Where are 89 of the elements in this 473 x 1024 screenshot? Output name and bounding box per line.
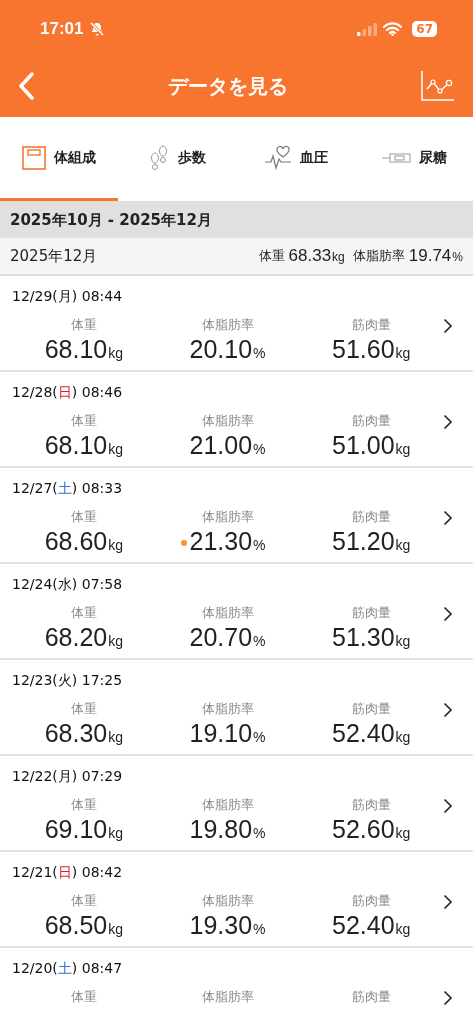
record-date: 12/29(月) 08:44 [12, 288, 123, 304]
category-tab[interactable]: 歩数 [118, 117, 237, 201]
summary-value: 68.33kg [288, 246, 345, 266]
battery-indicator: 67 [412, 21, 437, 37]
metric-value: 19.10% [189, 718, 266, 748]
metric-value: 52.40kg [332, 718, 411, 748]
record-date: 12/24(水) 07:58 [12, 576, 123, 592]
metric-value: 51.20kg [332, 526, 411, 556]
metric-label: 体重 [70, 316, 97, 334]
chevron-right-icon [443, 606, 453, 622]
metric-label: 体重 [70, 508, 97, 526]
record-date: 12/22(月) 07:29 [12, 768, 123, 784]
record-row[interactable]: 12/20(土) 08:47 体重 体脂肪率 筋肉量 [0, 948, 473, 1024]
screen-title: データを見る [166, 72, 289, 100]
metric-label: 体重 [70, 988, 97, 1006]
record-date: 12/27(土) 08:33 [12, 480, 123, 496]
test-strip-icon [380, 152, 411, 163]
chevron-right-icon [443, 318, 453, 334]
metric-value: 52.40kg [332, 910, 411, 940]
metric-label: 筋肉量 [351, 892, 391, 910]
metric-label: 体重 [70, 796, 97, 814]
metric-label: 体脂肪率 [201, 700, 254, 718]
metric-value: 20.10% [189, 334, 266, 364]
status-time: 17:01 [40, 19, 84, 39]
record-row[interactable]: 12/21(日) 08:42 体重 68.50 kg 体脂肪率 19.30% 筋肉量 52.40kg [0, 852, 473, 948]
metric-value: 52.60kg [332, 814, 411, 844]
record-date: 12/28(日) 08:46 [12, 384, 123, 400]
metric-label: 筋肉量 [351, 508, 391, 526]
summary-label: 体脂肪率 [352, 247, 405, 265]
date-range-header: 2025年10月 - 2025年12月 [0, 202, 473, 238]
metric-label: 体重 [70, 412, 97, 430]
metric-label: 体重 [70, 892, 97, 910]
metric-value: 51.30kg [332, 622, 411, 652]
wifi-icon [383, 22, 403, 36]
record-row[interactable]: 12/29(月) 08:44 体重 68.10 kg 体脂肪率 20.10% 筋肉量 51.60kg [0, 276, 473, 372]
metric-label: 体重 [70, 604, 97, 622]
metric-value: 68.20 kg [44, 622, 123, 652]
metric-value: 51.00kg [332, 430, 411, 460]
back-icon[interactable] [18, 72, 34, 100]
bell-muted-icon [89, 21, 106, 37]
record-row[interactable]: 12/27(土) 08:33 体重 68.60 kg 体脂肪率 21.30% 筋肉量 51.20kg [0, 468, 473, 564]
metric-label: 体脂肪率 [201, 604, 254, 622]
metric-label: 体脂肪率 [201, 316, 254, 334]
metric-label: 筋肉量 [351, 796, 391, 814]
metric-value: 21.00% [189, 430, 266, 460]
metric-label: 体重 [70, 700, 97, 718]
chevron-right-icon [443, 990, 453, 1006]
metric-value: 19.80% [189, 814, 266, 844]
metric-value: 21.30% [189, 526, 266, 556]
metric-label: 筋肉量 [351, 412, 391, 430]
metric-label: 体脂肪率 [201, 892, 254, 910]
metric-label: 体脂肪率 [201, 508, 254, 526]
metric-label: 体脂肪率 [201, 796, 254, 814]
metric-value: 68.60 kg [44, 526, 123, 556]
chevron-right-icon [443, 414, 453, 430]
signal-icon [357, 22, 378, 36]
metric-label: 筋肉量 [351, 700, 391, 718]
metric-value: 68.10 kg [44, 334, 123, 364]
metric-value: 68.30 kg [44, 718, 123, 748]
metric-value: 20.70% [189, 622, 266, 652]
record-date: 12/20(土) 08:47 [12, 960, 123, 976]
summary-value: 19.74% [408, 246, 463, 266]
metric-value: 51.60kg [332, 334, 411, 364]
metric-value: 69.10 kg [44, 814, 123, 844]
category-tab[interactable]: 尿糖 [354, 117, 473, 201]
metric-label: 筋肉量 [351, 988, 391, 1006]
record-row[interactable]: 12/22(月) 07:29 体重 69.10 kg 体脂肪率 19.80% 筋肉量 52.60kg [0, 756, 473, 852]
metric-label: 筋肉量 [351, 604, 391, 622]
chevron-right-icon [443, 894, 453, 910]
metric-label: 筋肉量 [351, 316, 391, 334]
metric-value: 19.30% [189, 910, 266, 940]
category-tab[interactable]: 血圧 [236, 117, 355, 201]
month-label: 2025年12月 [10, 246, 98, 266]
record-row[interactable]: 12/23(火) 17:25 体重 68.30 kg 体脂肪率 19.10% 筋肉量 52.40kg [0, 660, 473, 756]
record-date: 12/23(火) 17:25 [12, 672, 123, 688]
metric-label: 体脂肪率 [201, 412, 254, 430]
line-chart-icon[interactable] [421, 71, 455, 101]
record-date: 12/21(日) 08:42 [12, 864, 123, 880]
chevron-right-icon [443, 702, 453, 718]
scale-icon [22, 145, 47, 170]
metric-value: 68.10 kg [44, 430, 123, 460]
chevron-right-icon [443, 798, 453, 814]
record-row[interactable]: 12/24(水) 07:58 体重 68.20 kg 体脂肪率 20.70% 筋肉量 51.30kg [0, 564, 473, 660]
record-row[interactable]: 12/28(日) 08:46 体重 68.10 kg 体脂肪率 21.00% 筋肉量 51.00kg [0, 372, 473, 468]
heartbeat-icon [263, 144, 292, 171]
summary-label: 体重 [258, 247, 285, 265]
chevron-right-icon [443, 510, 453, 526]
metric-label: 体脂肪率 [201, 988, 254, 1006]
metric-value: 68.50 kg [44, 910, 123, 940]
